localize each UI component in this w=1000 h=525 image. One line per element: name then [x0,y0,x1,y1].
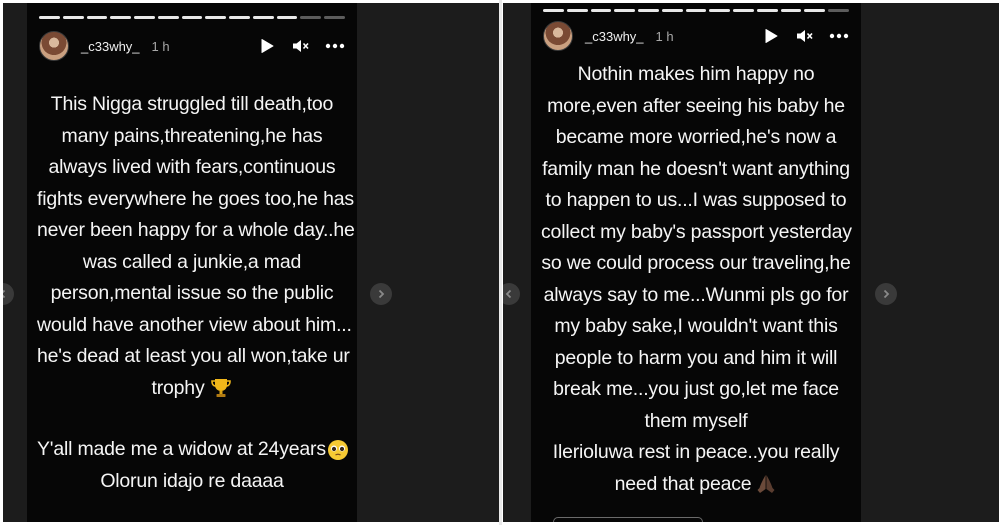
more-options-icon [325,43,345,49]
play-icon [765,29,778,43]
progress-segment [229,16,250,19]
caption-line: family man he doesn't want anything [542,157,850,180]
caption-line: people to harm you and him it will [554,346,838,369]
progress-segment [324,16,345,19]
post-time: 1 h [655,28,674,44]
caption-line: Ilerioluwa rest in peace..you really [552,441,840,463]
prev-story-button[interactable] [3,283,14,305]
story-header: _c33why_ 1 h [543,19,849,53]
avatar[interactable] [543,21,573,51]
progress-segment [828,9,849,12]
progress-segment [685,9,707,12]
caption-line: many pains,threatening,he has [61,124,323,147]
caption-line: to happen to us...I was supposed to [545,189,847,211]
caption-line: fights everywhere he goes too,he has [37,187,354,210]
caption-line: This Nigga struggled till death,too [50,93,334,115]
next-story-button[interactable] [370,283,392,305]
progress-segment [614,9,636,12]
caption-line: so we could process our traveling,he [541,252,851,274]
mute-button[interactable] [795,26,815,46]
play-button[interactable] [257,36,277,56]
trophy-emoji [210,379,231,398]
progress-segment [300,16,322,19]
caption-line: Olorun idajo re daaaa [100,469,284,492]
caption-line: would have another view about him... [37,313,352,336]
praying-hands-emoji [757,475,775,494]
caption-line-with-emoji: need that peace [541,469,851,501]
story-card[interactable]: _c33why_ 1 h This Nigga struggled till d… [27,3,357,522]
story-progress-bar [543,9,849,12]
progress-segment [590,9,612,12]
story-progress-bar [39,16,345,19]
chevron-left-icon [3,289,6,299]
caption-line: he's dead at least you all won,take ur [37,345,350,367]
progress-segment [157,16,179,19]
screenshot-divider [499,0,502,525]
progress-segment [205,16,227,19]
right-story-panel: _c33why_ 1 h Nothin makes him happy no m… [503,3,999,522]
caption-line: always say to me...Wunmi pls go for [543,283,849,306]
caption-line: person,mental issue so the public [50,282,334,304]
progress-segment [661,9,683,12]
progress-segment [110,16,132,19]
progress-segment [804,9,826,12]
story-header: _c33why_ 1 h [39,29,345,63]
caption-text: trophy [151,376,205,399]
progress-segment [39,16,60,19]
more-options-button[interactable] [325,36,345,56]
caption-line: always lived with fears,continuous [48,156,336,178]
caption-line: Nothin makes him happy no [577,63,815,85]
progress-segment [62,16,84,19]
caption-line-with-emoji: Y'all made me a widow at 24years [37,434,348,466]
play-icon [261,39,274,53]
avatar[interactable] [39,31,69,61]
progress-segment [252,16,274,19]
progress-segment [276,16,298,19]
caption-line-with-emoji: trophy [37,373,347,405]
progress-segment [543,9,564,12]
chevron-right-icon [378,289,385,299]
story-caption: Nothin makes him happy no more,even afte… [541,59,852,501]
progress-segment [638,9,659,12]
username[interactable]: _c33why_ [81,39,140,54]
progress-segment [780,9,802,12]
caption-line: my baby sake,I wouldn't want this [554,315,838,337]
caption-text: Y'all made me a widow at 24years [37,438,326,460]
caption-line: collect my baby's passport yesterday [541,220,852,243]
progress-segment [181,16,203,19]
chevron-left-icon [505,289,512,299]
progress-segment [733,9,754,12]
pleading-face-emoji [327,439,348,460]
progress-segment [566,9,588,12]
mute-button[interactable] [291,36,311,56]
left-story-panel: _c33why_ 1 h This Nigga struggled till d… [3,3,499,522]
post-time: 1 h [151,38,170,54]
caption-line: more,even after seeing his baby he [547,94,845,117]
progress-segment [86,16,108,19]
more-options-button[interactable] [829,26,849,46]
progress-segment [134,16,155,19]
story-card[interactable]: _c33why_ 1 h Nothin makes him happy no m… [531,3,861,522]
caption-line: was called a junkie,a mad [82,250,302,273]
caption-line: never been happy for a whole day..he [37,219,355,241]
muted-speaker-icon [797,30,813,42]
play-button[interactable] [761,26,781,46]
caption-line: became more worried,he's now a [555,126,837,148]
more-options-icon [829,33,849,39]
reply-input[interactable] [553,517,703,522]
username[interactable]: _c33why_ [585,29,644,44]
caption-line: them myself [644,409,748,432]
story-caption: This Nigga struggled till death,too many… [37,89,355,497]
caption-text: need that peace [614,472,752,495]
muted-speaker-icon [293,40,309,52]
caption-line: break me...you just go,let me face [553,378,839,400]
progress-segment [709,9,731,12]
chevron-right-icon [883,289,890,299]
next-story-button[interactable] [875,283,897,305]
prev-story-button[interactable] [503,283,520,305]
progress-segment [756,9,778,12]
